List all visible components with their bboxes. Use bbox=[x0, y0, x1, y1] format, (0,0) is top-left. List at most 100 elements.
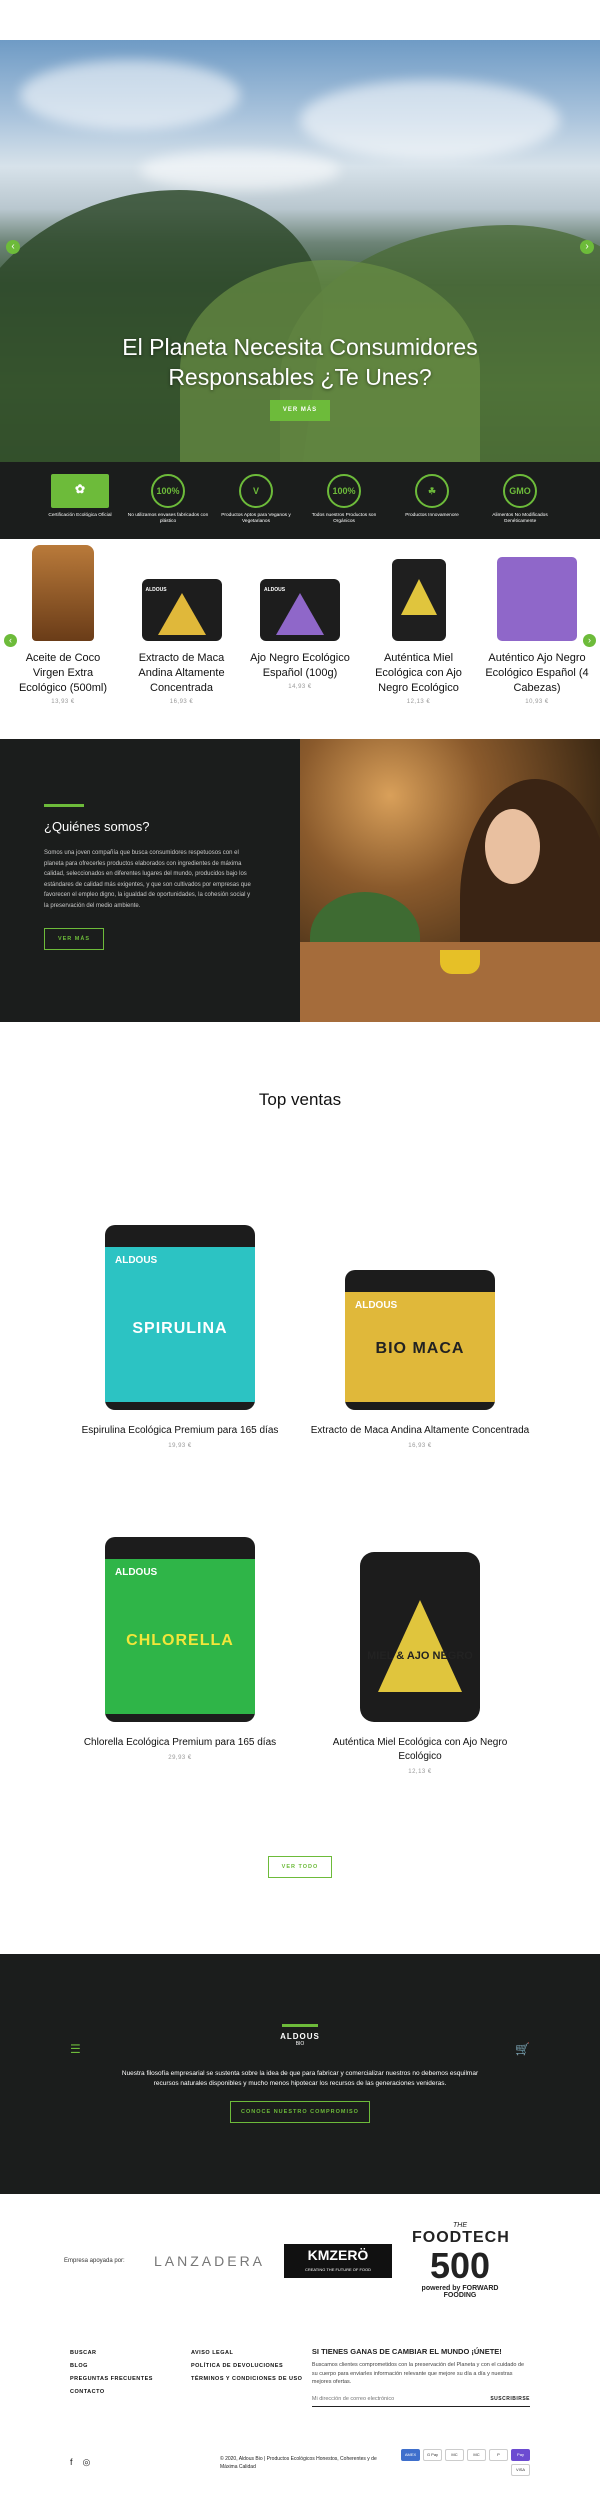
product-card[interactable]: ALDOUS Extracto de Maca Andina Altamente… bbox=[129, 539, 235, 739]
honey-jar bbox=[391, 559, 446, 641]
logo-subtext: BIO bbox=[295, 2041, 305, 2047]
product-name[interactable]: Auténtico Ajo Negro Ecológico Español (4… bbox=[484, 651, 590, 696]
no-gmo-icon: GMO bbox=[503, 474, 537, 508]
footer-link-returns[interactable]: POLÍTICA DE DEVOLUCIONES bbox=[191, 2360, 312, 2373]
product-name[interactable]: Ajo Negro Ecológico Español (100g) bbox=[247, 651, 353, 681]
product-card[interactable]: MIEL & AJO NEGRO Auténtica Miel Ecológic… bbox=[300, 1522, 540, 1834]
top-sellers-section: Top ventas ALDOUS SPIRULINA Espirulina E… bbox=[0, 1022, 600, 1954]
product-price: 13,93 € bbox=[51, 699, 75, 705]
foodtech-powered: powered by FORWARD FOODING bbox=[421, 2285, 499, 2299]
footer-column: AVISO LEGAL POLÍTICA DE DEVOLUCIONES TÉR… bbox=[191, 2347, 312, 2407]
product-card[interactable]: ALDOUS SPIRULINA Espirulina Ecológica Pr… bbox=[60, 1210, 300, 1522]
footer-link-legal[interactable]: AVISO LEGAL bbox=[191, 2347, 312, 2360]
about-button[interactable]: VER MÁS bbox=[44, 928, 104, 950]
badge-sustainable: ☘ Productos Innovamenore bbox=[391, 474, 473, 539]
about-section: ¿Quiénes somos? Somos una joven compañía… bbox=[0, 739, 600, 1022]
badge-vegan: V Productos Aptos para Veganos y Vegetar… bbox=[215, 474, 297, 539]
footer-bottom: f ◎ © 2020, Aldous Bio | Productos Ecoló… bbox=[70, 2449, 540, 2476]
logo-text: ALDOUS bbox=[280, 2032, 320, 2041]
product-price: 12,13 € bbox=[406, 699, 431, 705]
cart-icon[interactable]: 🛒 bbox=[515, 2042, 530, 2056]
subscribe-button[interactable]: SUSCRIBIRSE bbox=[490, 2396, 530, 2402]
organic-100-icon: 100% bbox=[327, 474, 361, 508]
newsletter: SI TIENES GANAS DE CAMBIAR EL MUNDO ¡ÚNE… bbox=[311, 2347, 531, 2407]
eu-organic-leaf-icon: ✿ bbox=[51, 474, 109, 508]
carousel-next-arrow-icon[interactable]: › bbox=[583, 634, 596, 647]
philosophy-text: Nuestra filosofía empresarial se sustent… bbox=[121, 2070, 479, 2087]
product-card[interactable]: ALDOUS Ajo Negro Ecológico Español (100g… bbox=[247, 539, 353, 739]
philosophy-section: ☰ ALDOUS BIO 🛒 Nuestra filosofía empresa… bbox=[0, 1954, 600, 2194]
menu-icon[interactable]: ☰ bbox=[70, 2042, 81, 2056]
foodtech-logo[interactable]: THE FOODTECH 500 powered by FORWARD FOOD… bbox=[412, 2222, 509, 2299]
cloud bbox=[300, 80, 560, 160]
shop-pay-icon: Pay bbox=[511, 2449, 530, 2461]
product-image[interactable]: ALDOUS BIO MACA bbox=[300, 1210, 540, 1410]
foodtech-number: 500 bbox=[429, 2245, 491, 2286]
badge-organic-100: 100% Todos nuestros Productos son Orgáni… bbox=[303, 474, 385, 539]
product-name[interactable]: Aceite de Coco Virgen Extra Ecológico (5… bbox=[10, 651, 116, 696]
footer-link-search[interactable]: BUSCAR bbox=[70, 2347, 191, 2360]
top-sellers-title: Top ventas bbox=[258, 1090, 342, 1109]
product-card[interactable]: ALDOUS CHLORELLA Chlorella Ecológica Pre… bbox=[60, 1522, 300, 1834]
garlic-box bbox=[497, 557, 577, 641]
see-all-button[interactable]: VER TODO bbox=[268, 1856, 332, 1878]
product-card[interactable]: Auténtico Ajo Negro Ecológico Español (4… bbox=[484, 539, 590, 739]
product-name[interactable]: Chlorella Ecológica Premium para 165 día… bbox=[60, 1736, 300, 1750]
badge-label: Productos Innovamenore bbox=[405, 513, 459, 518]
black-garlic-jar: ALDOUS bbox=[260, 579, 340, 641]
newsletter-form: SUSCRIBIRSE bbox=[311, 2395, 531, 2407]
carousel-prev-arrow-icon[interactable]: ‹ bbox=[4, 634, 17, 647]
coconut-oil-jar bbox=[32, 545, 94, 641]
about-title: ¿Quiénes somos? bbox=[44, 819, 150, 834]
can-label: BIO MACA bbox=[375, 1340, 465, 1357]
product-image[interactable]: ALDOUS CHLORELLA bbox=[60, 1522, 300, 1722]
kmzero-subtext: CREATING THE FUTURE OF FOOD bbox=[304, 2266, 372, 2272]
footer-link-faq[interactable]: PREGUNTAS FRECUENTES bbox=[70, 2373, 191, 2386]
hero-button[interactable]: VER MÁS bbox=[270, 400, 330, 421]
hero-prev-arrow-icon[interactable]: ‹ bbox=[6, 240, 20, 254]
email-field[interactable] bbox=[311, 2395, 472, 2402]
about-photo bbox=[300, 739, 600, 1022]
accent-bar bbox=[44, 804, 84, 807]
product-name[interactable]: Extracto de Maca Andina Altamente Concen… bbox=[129, 651, 235, 696]
badges-bar: ✿ Certificación Ecológica Oficial 100% N… bbox=[0, 462, 600, 539]
product-image[interactable] bbox=[366, 539, 472, 649]
badge-label: Certificación Ecológica Oficial bbox=[48, 513, 112, 518]
product-image[interactable]: MIEL & AJO NEGRO bbox=[300, 1522, 540, 1722]
about-text-block: ¿Quiénes somos? Somos una joven compañía… bbox=[0, 739, 300, 1022]
amex-icon: AMEX bbox=[401, 2449, 420, 2461]
hero-next-arrow-icon[interactable]: › bbox=[580, 240, 594, 254]
product-image[interactable] bbox=[484, 539, 590, 649]
product-name[interactable]: Espirulina Ecológica Premium para 165 dí… bbox=[60, 1424, 300, 1438]
newsletter-title: SI TIENES GANAS DE CAMBIAR EL MUNDO ¡ÚNE… bbox=[311, 2347, 502, 2356]
product-image[interactable]: ALDOUS bbox=[247, 539, 353, 649]
badge-label: Todos nuestros Productos son Orgánicos bbox=[311, 513, 377, 524]
commitment-button[interactable]: CONOCE NUESTRO COMPROMISO bbox=[230, 2101, 370, 2123]
copyright: © 2020, Aldous Bio | Productos Ecológico… bbox=[220, 2455, 390, 2471]
product-card[interactable]: Auténtica Miel Ecológica con Ajo Negro E… bbox=[366, 539, 472, 739]
instagram-icon[interactable]: ◎ bbox=[83, 2457, 91, 2468]
facebook-icon[interactable]: f bbox=[70, 2457, 73, 2468]
product-image[interactable]: ALDOUS bbox=[129, 539, 235, 649]
vegan-icon: V bbox=[239, 474, 273, 508]
brand-logo[interactable]: ALDOUS BIO bbox=[276, 2024, 324, 2047]
product-card[interactable]: Aceite de Coco Virgen Extra Ecológico (5… bbox=[10, 539, 116, 739]
product-price: 12,13 € bbox=[408, 1769, 432, 1775]
footer-link-contact[interactable]: CONTACTO bbox=[70, 2386, 191, 2399]
cloud bbox=[20, 60, 240, 130]
product-image[interactable]: ALDOUS SPIRULINA bbox=[60, 1210, 300, 1410]
product-card[interactable]: ALDOUS BIO MACA Extracto de Maca Andina … bbox=[300, 1210, 540, 1522]
google-pay-icon: G Pay bbox=[423, 2449, 442, 2461]
product-name[interactable]: Extracto de Maca Andina Altamente Concen… bbox=[300, 1424, 540, 1438]
product-image[interactable] bbox=[10, 539, 116, 649]
copyright-prefix: © 2020, bbox=[220, 2455, 239, 2462]
badge-label: Alimentos No Modificados Genéticamente bbox=[492, 513, 548, 524]
footer-link-blog[interactable]: BLOG bbox=[70, 2360, 191, 2373]
product-name[interactable]: Auténtica Miel Ecológica con Ajo Negro E… bbox=[300, 1736, 540, 1764]
product-name[interactable]: Auténtica Miel Ecológica con Ajo Negro E… bbox=[366, 651, 472, 696]
lanzadera-logo[interactable]: LANZADERA bbox=[154, 2253, 264, 2269]
footer-link-terms[interactable]: TÉRMINOS Y CONDICIONES DE USO bbox=[191, 2373, 312, 2386]
kmzero-logo[interactable]: KMZERÖ CREATING THE FUTURE OF FOOD bbox=[284, 2243, 392, 2278]
hero-title: El Planeta Necesita Consumidores Respons… bbox=[122, 334, 478, 390]
copyright-link[interactable]: Aldous Bio | Productos Ecológicos Honest… bbox=[220, 2456, 377, 2470]
